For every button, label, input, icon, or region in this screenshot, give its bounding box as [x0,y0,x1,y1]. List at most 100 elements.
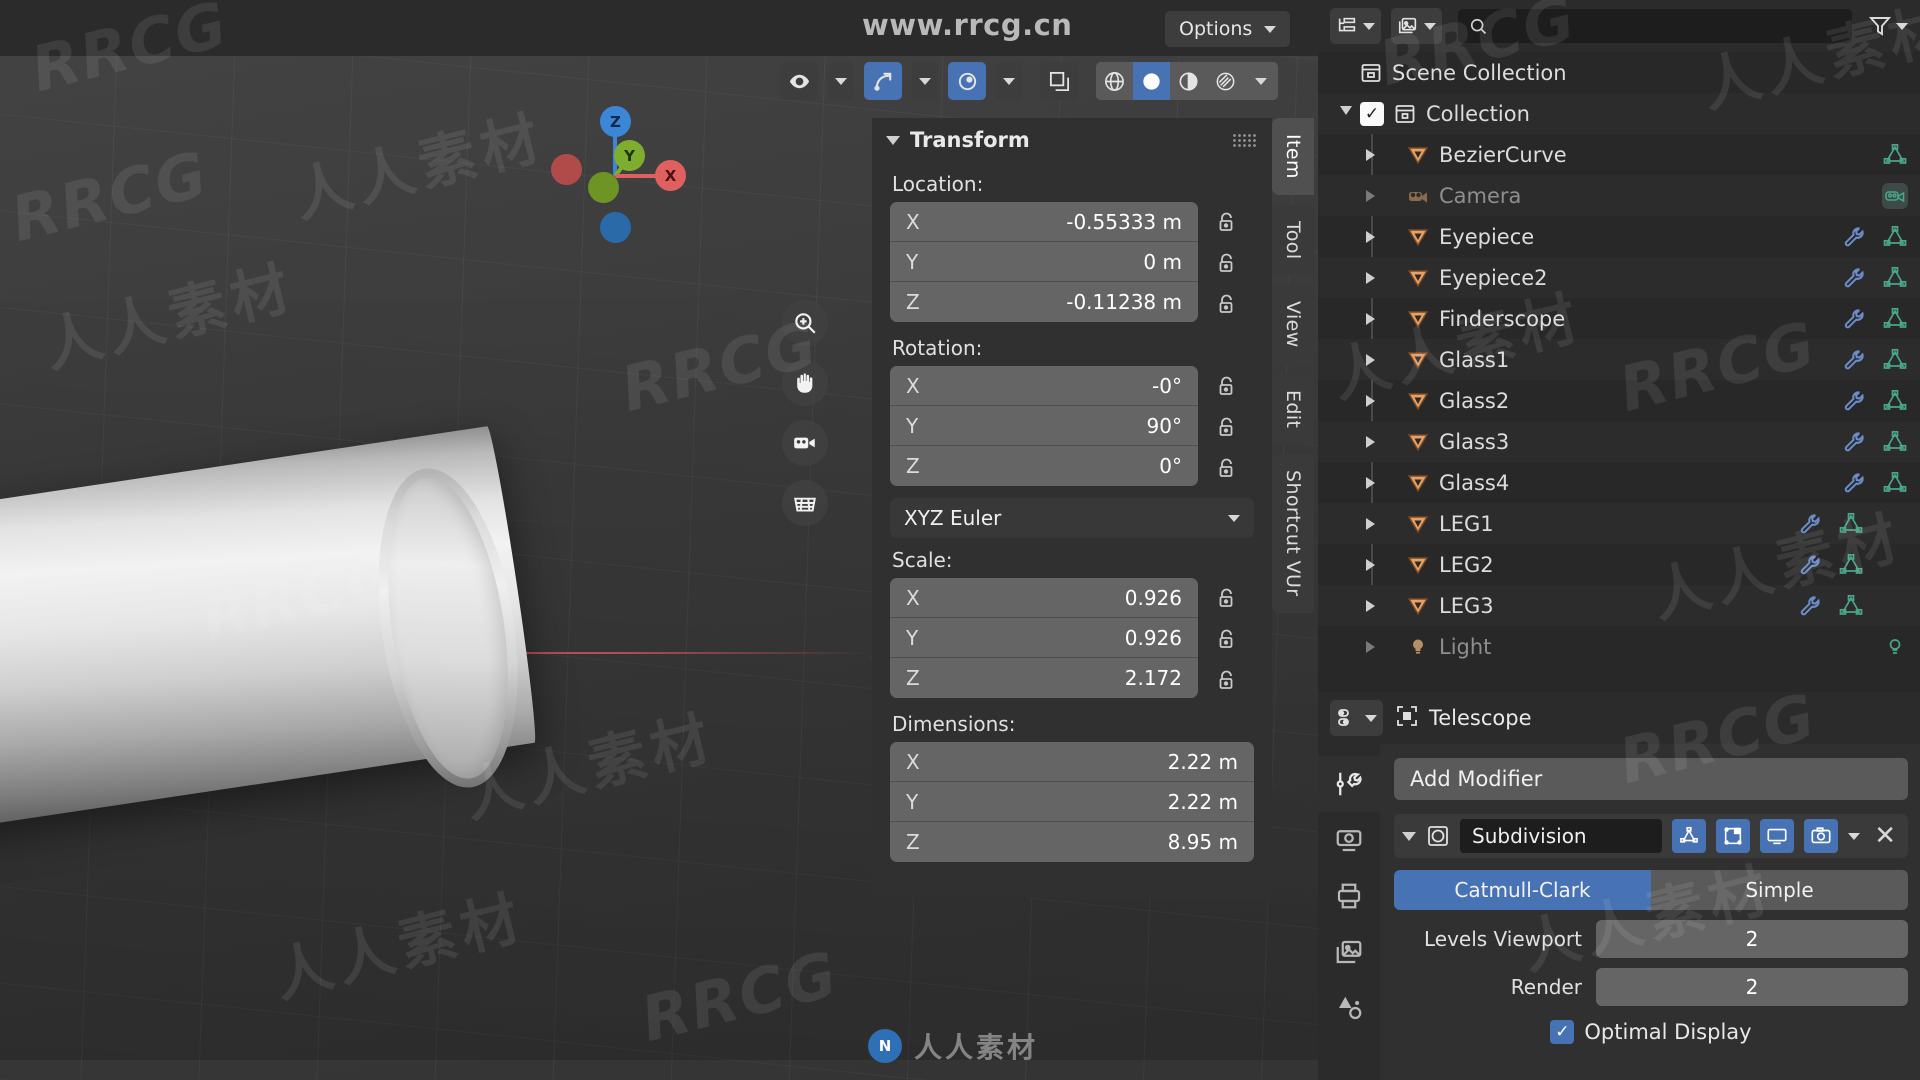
optimal-display-row[interactable]: ✓ Optimal Display [1394,1020,1908,1044]
funnel-filter-icon[interactable] [1868,14,1908,38]
dimensions-x-field[interactable]: X 2.22 m [890,742,1254,782]
object-data-icon[interactable] [1838,511,1864,537]
expand-arrow-icon[interactable] [1366,435,1375,448]
object-data-icon[interactable] [1838,593,1864,619]
outliner-row-item[interactable]: Eyepiece [1318,216,1920,257]
collapse-triangle-icon[interactable] [886,135,900,145]
simple-button[interactable]: Simple [1651,870,1908,910]
wireframe-shading-icon[interactable] [1096,62,1133,100]
tab-shortcut-vur[interactable]: Shortcut VUr [1272,454,1314,613]
shading-dropdown[interactable] [1244,62,1278,100]
transform-panel-header[interactable]: Transform [872,118,1272,162]
lock-location-x-icon[interactable] [1217,203,1236,243]
tab-edit[interactable]: Edit [1272,374,1314,445]
outliner-row-collection[interactable]: ✓ Collection [1318,93,1920,134]
outliner-id-type-icon[interactable] [1391,8,1442,44]
object-data-icon[interactable] [1882,224,1908,250]
object-data-icon[interactable] [1882,142,1908,168]
tab-tool[interactable] [1318,756,1380,812]
expand-arrow-icon[interactable] [1366,271,1375,284]
add-modifier-button[interactable]: Add Modifier [1394,758,1908,800]
zoom-icon[interactable] [782,300,828,346]
viewport-nav-tools[interactable] [782,300,838,540]
object-data-icon[interactable] [1882,470,1908,496]
telescope-tube-model[interactable] [0,425,620,840]
orthographic-icon[interactable] [782,480,828,526]
lock-location-y-icon[interactable] [1217,244,1236,284]
expand-arrow-icon[interactable] [1366,312,1375,325]
shading-mode-group[interactable] [1096,62,1278,100]
outliner-row-item[interactable]: LEG2 [1318,544,1920,585]
subdivision-type-toggle[interactable]: Catmull-Clark Simple [1394,870,1908,910]
viewport-tool-row[interactable] [780,62,1278,100]
lock-scale-z-icon[interactable] [1217,661,1236,701]
modifier-wrench-icon[interactable] [1842,306,1868,332]
expand-arrow-icon[interactable] [1366,148,1375,161]
object-data-icon[interactable] [1838,552,1864,578]
proportional-dropdown[interactable] [996,62,1022,100]
visibility-icon[interactable] [780,62,818,100]
rotation-x-field[interactable]: X -0° [890,366,1198,406]
scale-z-field[interactable]: Z 2.172 [890,658,1198,698]
realtime-display-icon[interactable] [1760,819,1795,853]
modifier-wrench-icon[interactable] [1798,511,1824,537]
modifier-wrench-icon[interactable] [1842,224,1868,250]
scale-x-field[interactable]: X 0.926 [890,578,1198,618]
tab-view[interactable]: View [1272,285,1314,365]
object-data-icon[interactable] [1882,265,1908,291]
expand-arrow-icon[interactable] [1366,517,1375,530]
scale-y-field[interactable]: Y 0.926 [890,618,1198,658]
expand-arrow-icon[interactable] [1366,353,1375,366]
outliner-row-item[interactable]: LEG1 [1318,503,1920,544]
object-data-icon[interactable] [1882,388,1908,414]
chevron-down-icon[interactable] [1340,106,1352,121]
material-shading-icon[interactable] [1170,62,1207,100]
outliner-row-item[interactable]: Glass3 [1318,421,1920,462]
camera-icon[interactable] [782,420,828,466]
pan-icon[interactable] [782,360,828,406]
gizmo-axis-x[interactable]: X [655,160,686,191]
edit-mode-display-icon[interactable] [1672,819,1707,853]
modifier-extras-dropdown[interactable] [1848,832,1861,840]
gizmo-axis-z[interactable]: Z [600,106,631,137]
expand-arrow-icon[interactable] [1366,558,1375,571]
modifier-wrench-icon[interactable] [1842,347,1868,373]
outliner-row-item[interactable]: Glass1 [1318,339,1920,380]
rendered-shading-icon[interactable] [1207,62,1244,100]
cage-display-icon[interactable] [1716,819,1751,853]
overlays-icon[interactable] [1040,62,1078,100]
expand-arrow-icon[interactable] [1366,394,1375,407]
breadcrumb[interactable]: Telescope [1395,704,1532,733]
outliner-row-item[interactable]: Glass2 [1318,380,1920,421]
rotation-mode-select[interactable]: XYZ Euler [890,498,1254,538]
rotation-y-field[interactable]: Y 90° [890,406,1198,446]
location-y-field[interactable]: Y 0 m [890,242,1198,282]
outliner-row-item[interactable]: Light [1318,626,1920,667]
snap-magnet-icon[interactable] [864,62,902,100]
expand-arrow-icon[interactable] [1366,640,1375,653]
expand-arrow-icon[interactable] [1366,230,1375,243]
collapse-triangle-icon[interactable] [1402,831,1416,841]
modifier-wrench-icon[interactable] [1842,388,1868,414]
snap-dropdown[interactable] [912,62,938,100]
lock-rotation-y-icon[interactable] [1217,408,1236,448]
collection-checkbox[interactable]: ✓ [1360,101,1384,126]
object-data-icon[interactable] [1882,347,1908,373]
dimensions-y-field[interactable]: Y 2.22 m [890,782,1254,822]
modifier-header[interactable]: Subdivision ✕ [1394,814,1908,858]
lock-rotation-z-icon[interactable] [1217,449,1236,489]
lock-location-z-icon[interactable] [1217,285,1236,325]
catmull-clark-button[interactable]: Catmull-Clark [1394,870,1651,910]
modifier-wrench-icon[interactable] [1842,265,1868,291]
gizmo-axis-neg-y[interactable] [588,172,619,203]
rotation-z-field[interactable]: Z 0° [890,446,1198,486]
expand-arrow-icon[interactable] [1366,476,1375,489]
outliner-row-item[interactable]: BezierCurve [1318,134,1920,175]
outliner-display-mode-icon[interactable] [1330,8,1381,44]
gizmo-axis-neg-x[interactable] [551,154,582,185]
solid-shading-icon[interactable] [1133,62,1170,100]
modifier-wrench-icon[interactable] [1798,552,1824,578]
expand-arrow-icon[interactable] [1366,189,1375,202]
options-button[interactable]: Options [1165,11,1291,47]
scale-fields[interactable]: X 0.926 Y 0.926 Z 2.172 [890,578,1198,698]
